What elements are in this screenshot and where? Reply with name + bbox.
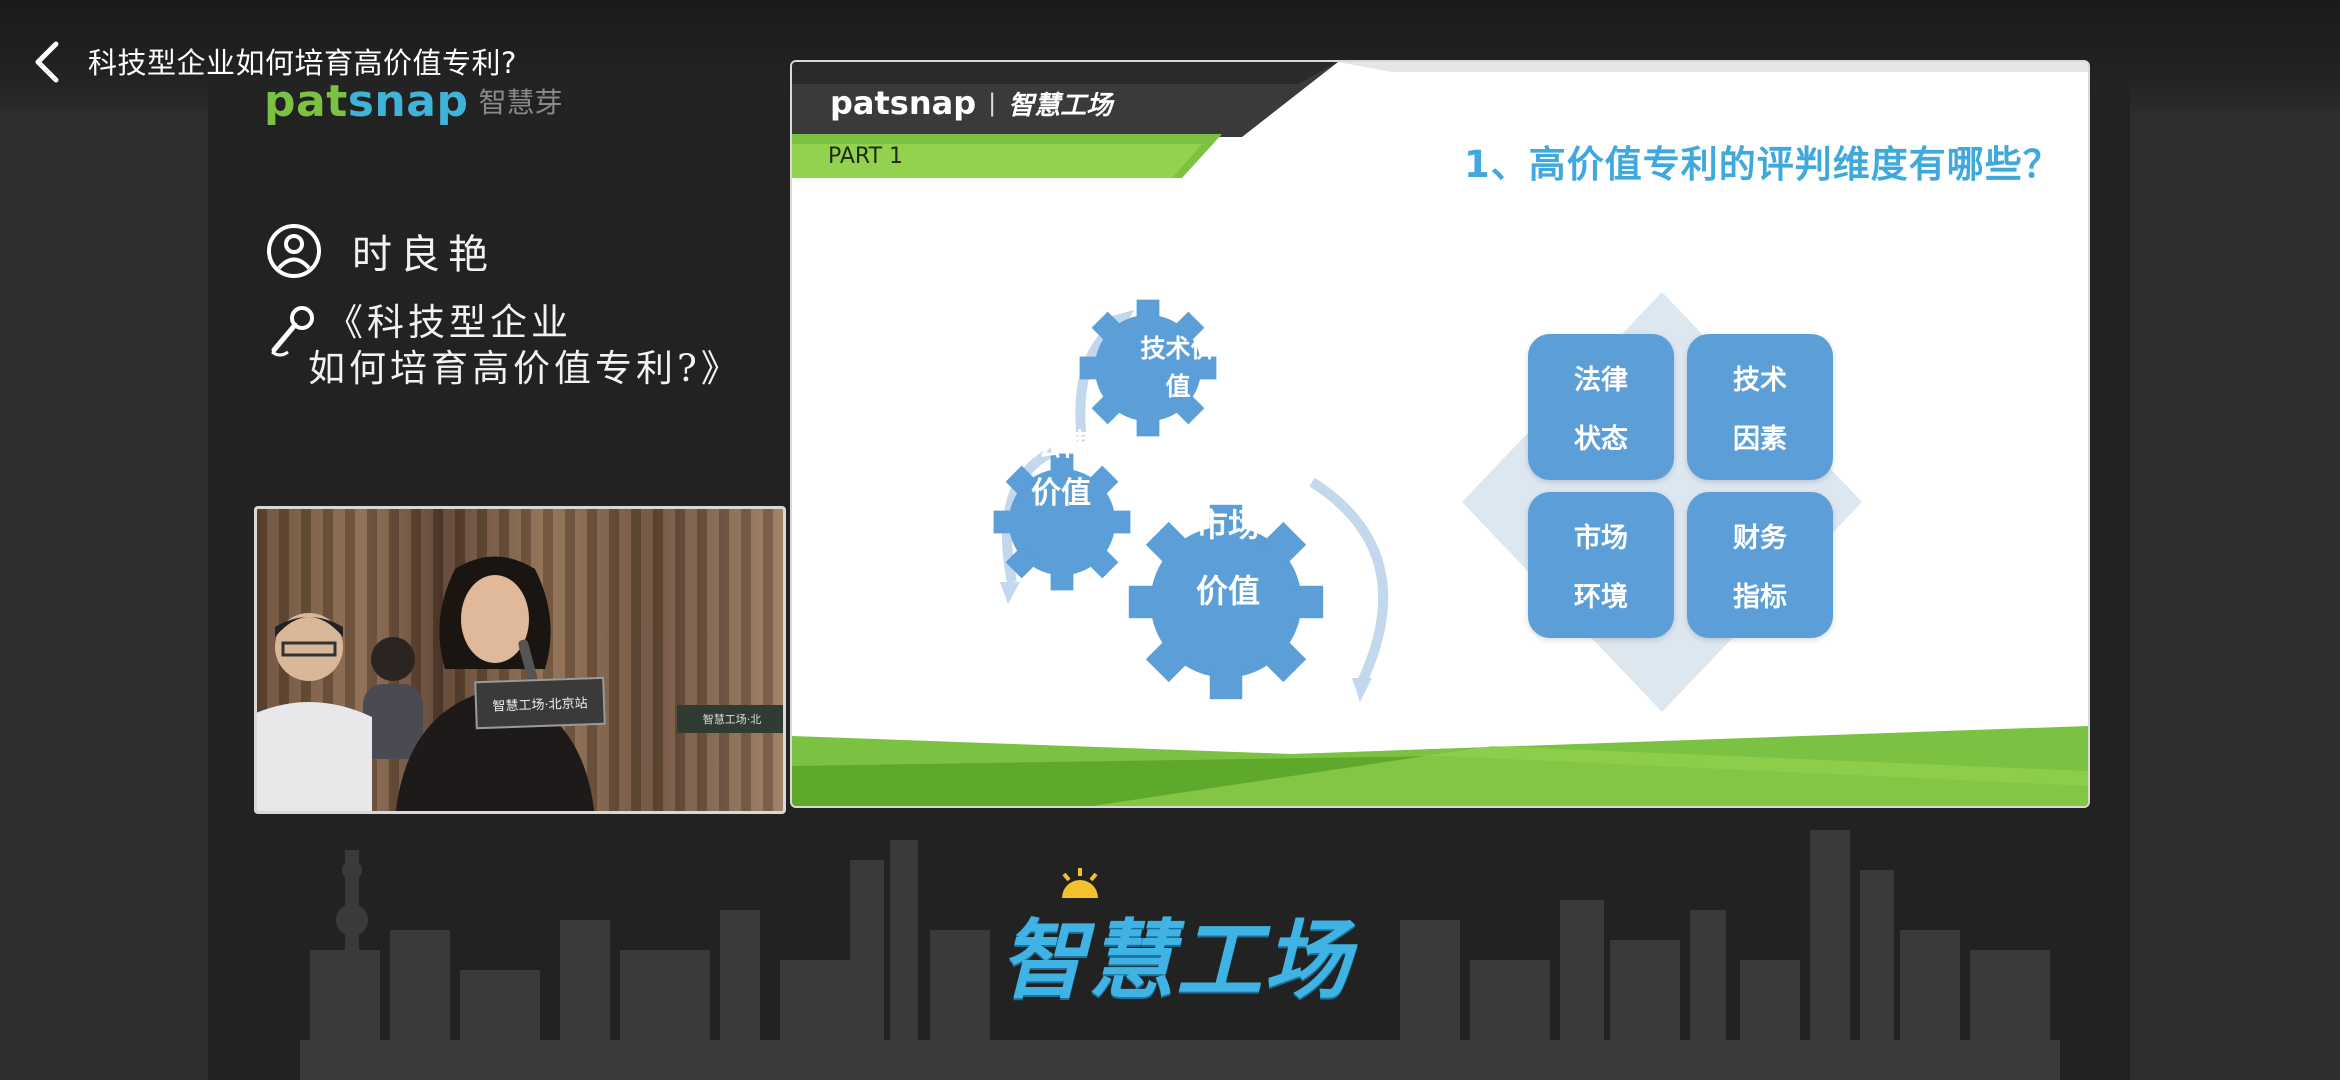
quadrant-financial-line1: 财务	[1733, 523, 1787, 554]
bottom-brand-logo: 智慧工场	[1000, 868, 1352, 1015]
topic-row: 《科技型企业 如何培育高价值专利?》	[264, 300, 742, 392]
gear-label-market: 市场 价值	[1166, 492, 1290, 624]
topic-text: 《科技型企业 如何培育高价值专利?》	[308, 300, 742, 392]
presentation-slide[interactable]: patsnap | 智慧工场 PART 1 1、高价值专利的评判维度有哪些？ 技…	[790, 60, 2090, 808]
back-button[interactable]	[20, 30, 76, 94]
brand-word-b: snap	[347, 76, 469, 127]
brand-cn: 智慧芽	[478, 86, 563, 119]
quadrant-legal-line1: 法律	[1574, 365, 1628, 396]
gear-label-technology: 技术价 值	[1118, 330, 1238, 406]
quadrant-technical-factors: 技术 因素	[1687, 334, 1833, 480]
slide-footer-band	[792, 726, 2088, 806]
quadrant-financial-line2: 指标	[1733, 582, 1787, 613]
name-card: 智慧工场·北京站	[474, 676, 606, 730]
speaker-row: 时良艳	[266, 222, 496, 280]
slide-title: 1、高价值专利的评判维度有哪些？	[1464, 143, 2061, 186]
quadrant-market-line2: 环境	[1574, 582, 1628, 613]
slide-logo-word: patsnap	[830, 84, 977, 122]
quadrant-legal-line2: 状态	[1574, 424, 1628, 455]
camera-feed[interactable]: 智慧工场·北京站 智慧工场·北	[254, 506, 786, 814]
topic-line-1: 《科技型企业	[326, 301, 572, 344]
user-icon	[267, 224, 321, 278]
gear-market-line1: 市场	[1195, 506, 1260, 544]
sun-icon	[1062, 868, 1098, 898]
gear-market-line2: 价值	[1195, 572, 1260, 610]
gear-label-law: 法律 价值	[1006, 422, 1116, 518]
name-card-secondary: 智慧工场·北	[677, 705, 783, 733]
gear-law-line1: 法律	[1031, 428, 1091, 463]
gear-technology-line2: 值	[1165, 372, 1191, 401]
quadrant-legal-status: 法律 状态	[1528, 334, 1674, 480]
quadrant-market-environment: 市场 环境	[1528, 492, 1674, 638]
gear-technology-line1: 技术价	[1140, 334, 1216, 363]
part-label: PART 1	[828, 144, 904, 169]
bottom-brand-text: 智慧工场	[1000, 911, 1352, 1011]
speaker-name: 时良艳	[352, 232, 496, 278]
chevron-left-icon	[35, 41, 59, 83]
slide-logo: patsnap | 智慧工场	[830, 84, 1112, 122]
brand-word-a: pat	[264, 76, 348, 127]
topic-line-2: 如何培育高价值专利?》	[308, 347, 742, 390]
brand-word: patsnap	[264, 76, 468, 127]
slide-logo-separator: |	[988, 89, 997, 117]
quadrant-market-line1: 市场	[1574, 523, 1628, 554]
patsnap-logo: patsnap 智慧芽	[264, 76, 562, 127]
quadrant-financial-indicators: 财务 指标	[1687, 492, 1833, 638]
gear-law-line2: 价值	[1031, 476, 1091, 511]
quadrant-technical-line2: 因素	[1733, 424, 1787, 455]
audience-person-left	[257, 613, 372, 811]
slide-logo-cn: 智慧工场	[1008, 90, 1113, 121]
quadrant-technical-line1: 技术	[1733, 365, 1787, 396]
